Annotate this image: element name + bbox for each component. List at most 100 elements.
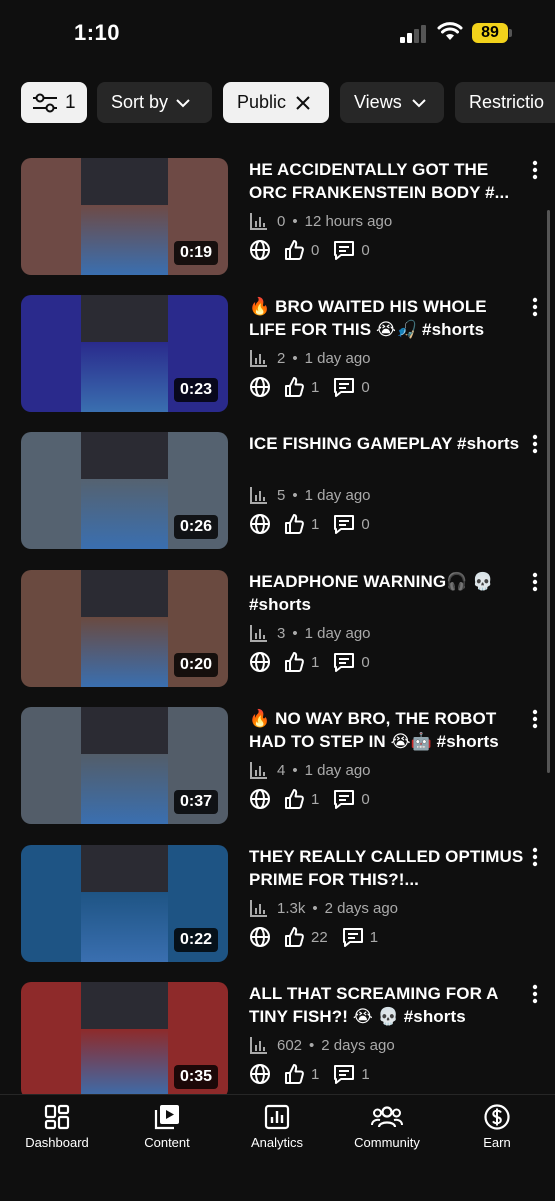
more-vert-icon	[532, 847, 538, 867]
more-options-button[interactable]	[525, 570, 545, 594]
comment-count: 0	[361, 515, 370, 533]
sliders-icon	[33, 93, 57, 112]
view-count: 1.3k	[277, 899, 306, 917]
status-bar: 1:10 89	[0, 0, 555, 70]
more-options-button[interactable]	[525, 707, 545, 731]
nav-analytics-label: Analytics	[250, 1135, 304, 1150]
restrictions-chip[interactable]: Restrictio	[455, 82, 555, 123]
video-stats: 5 • 1 day ago	[249, 484, 371, 506]
views-chip[interactable]: Views	[340, 82, 444, 123]
like-count: 1	[311, 378, 320, 396]
video-duration: 0:20	[173, 653, 218, 677]
comment-count: 0	[361, 653, 370, 671]
upload-age: 2 days ago	[324, 899, 399, 917]
comment-count: 1	[369, 928, 379, 946]
more-vert-icon	[532, 297, 538, 317]
video-stats: 1.3k • 2 days ago	[249, 897, 398, 919]
sort-by-chip[interactable]: Sort by	[97, 82, 212, 123]
comment-icon	[334, 378, 355, 397]
video-title[interactable]: 🔥 BRO WAITED HIS WHOLE LIFE FOR THIS 😭🎣 …	[249, 295, 524, 341]
more-options-button[interactable]	[525, 432, 545, 456]
video-duration: 0:26	[173, 515, 218, 539]
view-count: 3	[277, 624, 286, 642]
video-title[interactable]: ALL THAT SCREAMING FOR A TINY FISH?! 😭 💀…	[249, 982, 524, 1028]
video-thumbnail[interactable]: 0:22	[21, 845, 228, 962]
thumbnail-image	[81, 707, 168, 824]
video-thumbnail[interactable]: 0:37	[21, 707, 228, 824]
more-options-button[interactable]	[525, 982, 545, 1006]
public-filter-chip[interactable]: Public	[223, 82, 329, 123]
thumbs-up-icon	[285, 652, 304, 672]
chevron-down-icon	[411, 98, 426, 107]
comment-icon	[334, 241, 355, 260]
nav-analytics[interactable]: Analytics	[222, 1103, 332, 1150]
view-count: 5	[277, 486, 286, 504]
thumbs-up-icon	[285, 514, 304, 534]
video-thumbnail[interactable]: 0:20	[21, 570, 228, 687]
video-thumbnail[interactable]: 0:23	[21, 295, 228, 412]
thumbs-up-icon	[285, 1064, 304, 1084]
more-options-button[interactable]	[525, 295, 545, 319]
video-title[interactable]: THEY REALLY CALLED OPTIMUS PRIME FOR THI…	[249, 845, 524, 891]
video-row[interactable]: 0:19 HE ACCIDENTALLY GOT THE ORC FRANKEN…	[21, 158, 555, 276]
video-row[interactable]: 0:35 ALL THAT SCREAMING FOR A TINY FISH?…	[21, 982, 555, 1100]
public-filter-label: Public	[237, 92, 287, 112]
upload-age: 1 day ago	[304, 624, 371, 642]
nav-dashboard[interactable]: Dashboard	[2, 1103, 112, 1150]
restrictions-label: Restrictio	[469, 92, 545, 112]
video-title[interactable]: ICE FISHING GAMEPLAY #shorts	[249, 432, 524, 455]
upload-age: 2 days ago	[321, 1036, 395, 1054]
earn-icon	[484, 1104, 510, 1130]
thumbs-up-icon	[285, 377, 304, 397]
sort-by-label: Sort by	[111, 92, 169, 112]
like-count: 1	[311, 515, 320, 533]
more-vert-icon	[532, 434, 538, 454]
nav-community[interactable]: Community	[332, 1103, 442, 1150]
community-icon	[371, 1106, 403, 1128]
video-row[interactable]: 0:26 ICE FISHING GAMEPLAY #shorts 5 • 1 …	[21, 432, 555, 550]
more-options-button[interactable]	[525, 845, 545, 869]
video-thumbnail[interactable]: 0:35	[21, 982, 228, 1099]
comment-count: 0	[361, 790, 370, 808]
video-duration: 0:23	[173, 378, 218, 402]
video-title[interactable]: HE ACCIDENTALLY GOT THE ORC FRANKENSTEIN…	[249, 158, 524, 204]
bar-chart-icon	[250, 1037, 267, 1054]
close-icon[interactable]	[296, 95, 310, 110]
video-stats: 4 • 1 day ago	[249, 759, 371, 781]
video-duration: 0:22	[173, 928, 218, 952]
thumbs-up-icon	[285, 927, 304, 947]
bar-chart-icon	[250, 762, 267, 779]
nav-earn[interactable]: Earn	[442, 1103, 552, 1150]
globe-icon	[250, 652, 270, 672]
comment-icon	[342, 928, 363, 947]
dashboard-icon	[44, 1104, 70, 1130]
bar-chart-icon	[250, 625, 267, 642]
thumbnail-image	[81, 158, 168, 275]
view-count: 602	[277, 1036, 303, 1054]
status-time: 1:10	[74, 20, 121, 45]
upload-age: 1 day ago	[304, 761, 371, 779]
video-engagement: 0 0	[249, 238, 370, 262]
filter-toggle-button[interactable]: 1	[21, 82, 87, 123]
more-vert-icon	[532, 984, 538, 1004]
more-options-button[interactable]	[525, 158, 545, 182]
video-row[interactable]: 0:23 🔥 BRO WAITED HIS WHOLE LIFE FOR THI…	[21, 295, 555, 413]
comment-count: 1	[361, 1065, 370, 1083]
video-row[interactable]: 0:22 THEY REALLY CALLED OPTIMUS PRIME FO…	[21, 845, 555, 963]
scrollbar[interactable]	[547, 210, 550, 773]
video-thumbnail[interactable]: 0:26	[21, 432, 228, 549]
video-row[interactable]: 0:37 🔥 NO WAY BRO, THE ROBOT HAD TO STEP…	[21, 707, 555, 825]
comment-icon	[334, 653, 355, 672]
nav-content[interactable]: Content	[112, 1103, 222, 1150]
globe-icon	[250, 927, 270, 947]
video-thumbnail[interactable]: 0:19	[21, 158, 228, 275]
video-row[interactable]: 0:20 HEADPHONE WARNING🎧 💀 #shorts 3 • 1 …	[21, 570, 555, 688]
bar-chart-icon	[250, 350, 267, 367]
video-stats: 2 • 1 day ago	[249, 347, 371, 369]
battery-indicator: 89	[472, 23, 508, 43]
upload-age: 12 hours ago	[304, 212, 393, 230]
video-title[interactable]: HEADPHONE WARNING🎧 💀 #shorts	[249, 570, 524, 616]
video-title[interactable]: 🔥 NO WAY BRO, THE ROBOT HAD TO STEP IN 😭…	[249, 707, 524, 753]
more-vert-icon	[532, 160, 538, 180]
meta-separator: •	[312, 899, 318, 917]
